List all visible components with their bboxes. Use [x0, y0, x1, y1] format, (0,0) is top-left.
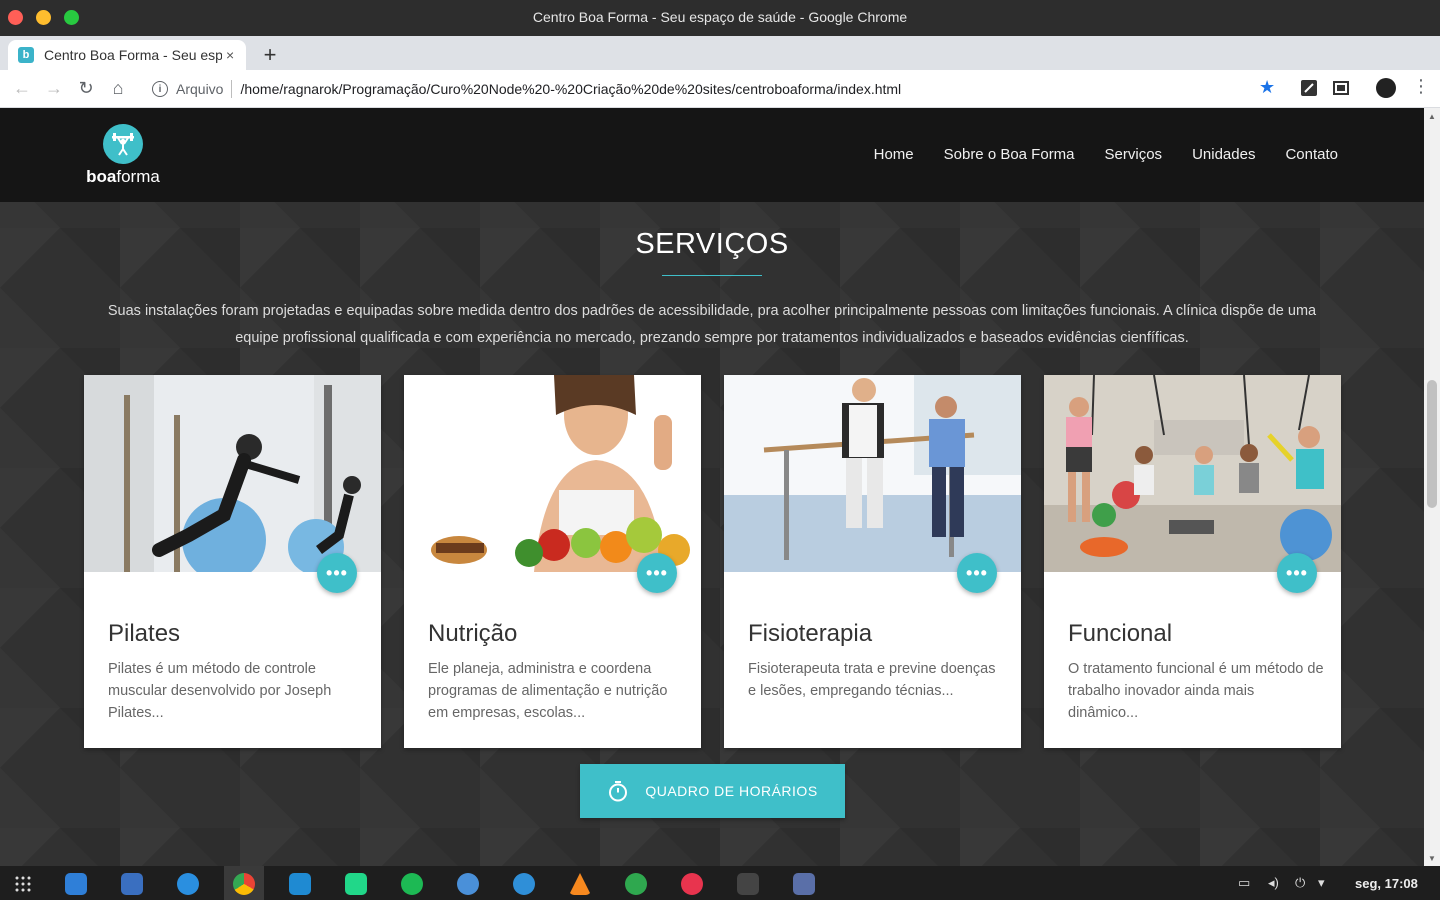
service-card-pilates: ••• Pilates Pilates é um método de contr…	[84, 375, 381, 748]
schedule-button-label: QUADRO DE HORÁRIOS	[645, 783, 818, 799]
browser-alt-app-icon[interactable]	[457, 873, 479, 895]
card-title: Funcional	[1068, 620, 1173, 647]
screenshot-app-icon[interactable]	[793, 873, 815, 895]
card-text: Pilates é um método de controle muscular…	[108, 661, 332, 721]
browser-toolbar: ← → ↻ ⌂ i Arquivo /home/ragnarok/Program…	[0, 70, 1440, 108]
nav-unidades[interactable]: Unidades	[1192, 146, 1255, 163]
scroll-down-icon[interactable]: ▼	[1428, 854, 1436, 863]
chevron-down-icon[interactable]: ▾	[1318, 875, 1325, 891]
window-title: Centro Boa Forma - Seu espaço de saúde -…	[532, 9, 908, 25]
store-app-icon[interactable]	[177, 873, 199, 895]
card-text: O tratamento funcional é um método de tr…	[1068, 661, 1324, 721]
reload-icon[interactable]: ↻	[75, 78, 97, 99]
physio-photo	[724, 375, 1021, 572]
back-icon[interactable]: ←	[11, 78, 33, 99]
nav-servicos[interactable]: Serviços	[1105, 146, 1163, 163]
card-title: Nutrição	[428, 620, 518, 647]
pycharm-app-icon[interactable]	[345, 873, 367, 895]
card-text: Fisioterapeuta trata e previne doenças e…	[748, 661, 996, 699]
bookmark-star-icon[interactable]: ★	[1259, 77, 1275, 98]
divider	[231, 80, 233, 98]
nav-sobre[interactable]: Sobre o Boa Forma	[944, 146, 1075, 163]
calendar-app-icon[interactable]	[65, 873, 87, 895]
scrollbar-thumb[interactable]	[1427, 380, 1437, 508]
app-grid-icon[interactable]	[14, 875, 32, 893]
nav-home[interactable]: Home	[874, 146, 914, 163]
url-text[interactable]: /home/ragnarok/Programação/Curo%20Node%2…	[240, 81, 901, 97]
more-options-button[interactable]: •••	[637, 553, 677, 593]
tab-strip: b Centro Boa Forma - Seu espaço de saúde…	[0, 36, 1440, 70]
site-favicon-icon: b	[18, 47, 34, 63]
cloud-app-icon[interactable]	[625, 873, 647, 895]
dumbbell-icon	[103, 124, 143, 164]
service-cards: ••• Pilates Pilates é um método de contr…	[84, 370, 1341, 748]
section-intro: Suas instalações foram projetadas e equi…	[107, 303, 1317, 346]
cast-icon[interactable]	[1332, 79, 1350, 97]
title-underline	[662, 275, 762, 276]
volume-icon[interactable]: ◂)	[1268, 875, 1279, 891]
more-options-button[interactable]: •••	[1277, 553, 1317, 593]
functional-photo	[1044, 374, 1341, 572]
os-taskbar: ▭ ◂) ⏻ ▾ seg, 17:08	[0, 866, 1440, 900]
card-title: Pilates	[108, 620, 181, 647]
main-menu: Home Sobre o Boa Forma Serviços Unidades…	[874, 146, 1338, 163]
schedule-button[interactable]: QUADRO DE HORÁRIOS	[580, 764, 845, 818]
service-card-fisioterapia: ••• Fisioterapia Fisioterapeuta trata e …	[724, 375, 1021, 748]
menu-kebab-icon[interactable]: ⋮	[1412, 76, 1430, 97]
terminal-app-icon[interactable]	[737, 873, 759, 895]
chrome-app-icon[interactable]	[233, 873, 255, 895]
nav-contato[interactable]: Contato	[1285, 146, 1338, 163]
files-app-icon[interactable]	[121, 873, 143, 895]
forward-icon[interactable]: →	[43, 78, 65, 99]
site-navbar: boaforma Home Sobre o Boa Forma Serviços…	[0, 108, 1424, 202]
tab-title: Centro Boa Forma - Seu espaço de saúde	[44, 47, 222, 63]
nutrition-photo	[404, 370, 701, 572]
logo-text: boaforma	[86, 167, 160, 186]
scroll-up-icon[interactable]: ▲	[1428, 112, 1436, 121]
window-titlebar: Centro Boa Forma - Seu espaço de saúde -…	[0, 0, 1440, 36]
site-info-label: Arquivo	[176, 81, 224, 97]
profile-avatar[interactable]	[1376, 78, 1396, 98]
home-icon[interactable]: ⌂	[107, 78, 129, 99]
page-scrollbar[interactable]: ▲ ▼	[1424, 108, 1440, 866]
flickr-app-icon[interactable]	[681, 873, 703, 895]
browser-tab[interactable]: b Centro Boa Forma - Seu espaço de saúde…	[8, 40, 246, 70]
section-title: SERVIÇOS	[635, 228, 789, 260]
pilates-photo	[84, 375, 381, 582]
page-viewport: boaforma Home Sobre o Boa Forma Serviços…	[0, 108, 1424, 866]
spotify-app-icon[interactable]	[401, 873, 423, 895]
service-card-nutricao: ••• Nutrição Ele planeja, administra e c…	[404, 370, 701, 748]
extension-icon[interactable]	[1300, 79, 1318, 97]
more-options-button[interactable]: •••	[957, 553, 997, 593]
new-tab-button[interactable]: +	[258, 42, 282, 68]
card-title: Fisioterapia	[748, 620, 873, 647]
display-icon[interactable]: ▭	[1238, 875, 1250, 891]
tab-close-button[interactable]: ×	[226, 47, 234, 63]
service-card-funcional: ••• Funcional O tratamento funcional é u…	[1044, 374, 1341, 748]
power-icon[interactable]: ⏻	[1295, 875, 1305, 891]
address-bar[interactable]: i Arquivo /home/ragnarok/Programação/Cur…	[140, 74, 1290, 104]
clock[interactable]: seg, 17:08	[1355, 876, 1418, 891]
site-logo[interactable]: boaforma	[82, 124, 164, 187]
info-icon[interactable]: i	[152, 81, 168, 97]
vlc-app-icon[interactable]	[569, 873, 591, 895]
card-text: Ele planeja, administra e coordena progr…	[428, 661, 668, 721]
stopwatch-icon	[609, 781, 628, 802]
more-options-button[interactable]: •••	[317, 553, 357, 593]
downloader-app-icon[interactable]	[513, 873, 535, 895]
vscode-app-icon[interactable]	[289, 873, 311, 895]
